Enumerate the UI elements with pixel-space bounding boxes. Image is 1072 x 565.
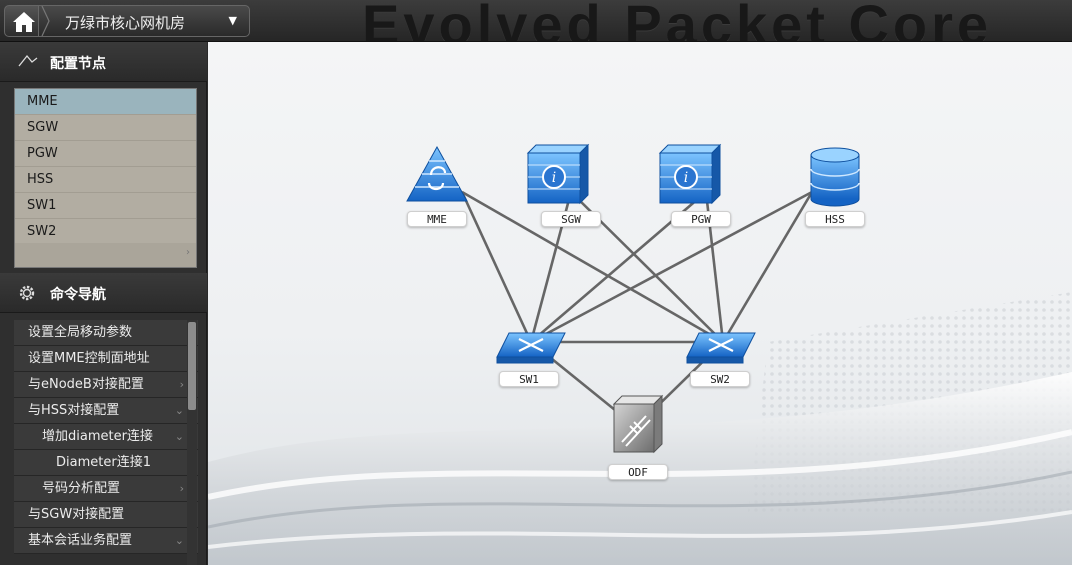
node-item-sgw[interactable]: SGW: [15, 115, 196, 141]
config-nodes-header[interactable]: 配置节点: [0, 42, 207, 82]
svg-text:i: i: [684, 170, 688, 186]
node-label-sw1[interactable]: SW1: [499, 371, 559, 387]
node-label-pgw[interactable]: PGW: [671, 211, 731, 227]
cmd-item-add-diameter[interactable]: 增加diameter连接 ⌄: [14, 424, 198, 450]
top-bar: 万绿市核心网机房 ▼ Evolved Packet Core: [0, 0, 1072, 42]
chevron-right-icon: ›: [186, 247, 190, 258]
cmd-item-label: 与HSS对接配置: [28, 403, 120, 418]
command-nav-title: 命令导航: [50, 287, 106, 303]
topology-diagram: ii: [406, 143, 860, 454]
node-label-sw2[interactable]: SW2: [690, 371, 750, 387]
node-item-mme[interactable]: MME: [15, 89, 196, 115]
cmd-item-label: 设置MME控制面地址: [28, 351, 150, 366]
node-label-mme[interactable]: MME: [407, 211, 467, 227]
cmd-item-enodeb[interactable]: 与eNodeB对接配置 ›: [14, 372, 198, 398]
node-list: MME SGW PGW HSS SW1 SW2 ›: [14, 88, 197, 268]
gear-icon: [19, 285, 35, 301]
cmd-item-diameter-1[interactable]: Diameter连接1: [14, 450, 198, 476]
mme-pyramid-icon[interactable]: [406, 145, 468, 202]
cmd-item-label: 号码分析配置: [42, 481, 121, 496]
switch-icon[interactable]: [686, 332, 756, 364]
switch-icon[interactable]: [496, 332, 566, 364]
cmd-item-label: 增加diameter连接: [42, 429, 153, 444]
node-label-hss[interactable]: HSS: [805, 211, 865, 227]
command-nav-scrollbar[interactable]: [187, 320, 197, 565]
cmd-item-sgw[interactable]: 与SGW对接配置: [14, 502, 198, 528]
command-nav-header[interactable]: 命令导航: [0, 273, 207, 313]
room-selector[interactable]: 万绿市核心网机房 ▼: [38, 5, 250, 37]
cmd-item-hss[interactable]: 与HSS对接配置 ⌄: [14, 398, 198, 424]
cmd-item-label: 与SGW对接配置: [28, 507, 125, 522]
node-item-sw2[interactable]: SW2: [15, 219, 196, 245]
topology-canvas[interactable]: ii MME SGW PGW HSS SW1 SW2 ODF: [208, 42, 1072, 565]
cmd-item-number-analysis[interactable]: 号码分析配置 ›: [14, 476, 198, 502]
room-name: 万绿市核心网机房: [65, 14, 186, 32]
app-window: 万绿市核心网机房 ▼ Evolved Packet Core 配置节点 MME …: [0, 0, 1072, 565]
sidebar: 配置节点 MME SGW PGW HSS SW1 SW2 › 命令导航 设置全局…: [0, 42, 207, 565]
node-label-sgw[interactable]: SGW: [541, 211, 601, 227]
chevron-down-icon: ⌄: [174, 430, 184, 443]
home-icon: [13, 12, 35, 32]
chevron-down-icon: ⌄: [174, 404, 184, 417]
scrollbar-thumb[interactable]: [188, 322, 196, 410]
node-label-odf[interactable]: ODF: [608, 464, 668, 480]
cmd-item-label: 基本会话业务配置: [28, 533, 133, 548]
node-list-scrollbar[interactable]: ›: [15, 243, 196, 267]
breadcrumb-separator: [41, 6, 50, 36]
cmd-item-mme-control-plane[interactable]: 设置MME控制面地址: [14, 346, 198, 372]
command-nav-list: 设置全局移动参数 设置MME控制面地址 与eNodeB对接配置 › 与HSS对接配…: [14, 320, 198, 565]
cmd-item-label: 设置全局移动参数: [28, 325, 133, 340]
gateway-server-icon[interactable]: i: [658, 143, 722, 205]
cmd-item-label: Diameter连接1: [56, 455, 151, 470]
svg-text:i: i: [552, 170, 556, 186]
node-link-icon: [18, 54, 38, 67]
config-nodes-title: 配置节点: [50, 56, 106, 72]
home-button[interactable]: [4, 5, 42, 37]
chevron-right-icon: ›: [179, 482, 184, 495]
caret-down-icon: ▼: [228, 14, 237, 27]
gateway-server-icon[interactable]: i: [526, 143, 590, 205]
links-layer: [460, 190, 814, 429]
cmd-item-label: 与eNodeB对接配置: [28, 377, 144, 392]
link-mme-sw1: [460, 191, 533, 343]
cmd-item-global-mobile-params[interactable]: 设置全局移动参数: [14, 320, 198, 346]
node-item-pgw[interactable]: PGW: [15, 141, 196, 167]
node-item-sw1[interactable]: SW1: [15, 193, 196, 219]
cmd-item-basic-session[interactable]: 基本会话业务配置 ⌄: [14, 528, 198, 554]
odf-icon[interactable]: [612, 394, 664, 454]
chevron-down-icon: ⌄: [174, 534, 184, 547]
nodes-layer: ii: [406, 143, 860, 454]
chevron-right-icon: ›: [179, 378, 184, 391]
node-item-hss[interactable]: HSS: [15, 167, 196, 193]
banner-title: Evolved Packet Core: [362, 0, 993, 42]
database-icon[interactable]: [810, 147, 860, 207]
